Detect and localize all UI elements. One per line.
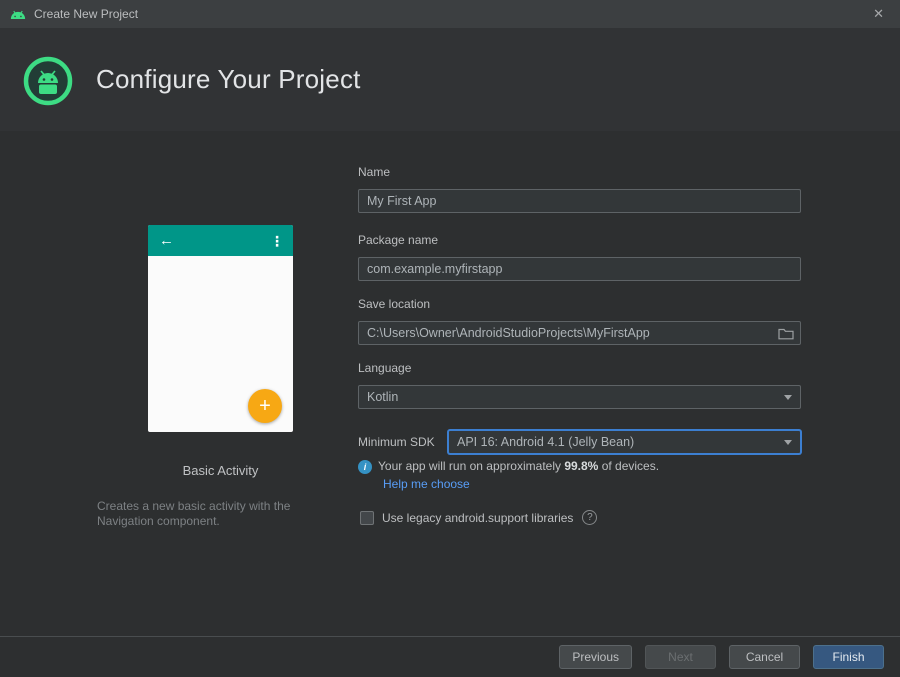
- sdk-info-text: Your app will run on approximately 99.8%…: [378, 459, 659, 473]
- package-name-input[interactable]: [358, 257, 801, 281]
- min-sdk-label: Minimum SDK: [358, 430, 435, 454]
- name-label: Name: [358, 165, 390, 179]
- template-preview: ← ⋮ +: [148, 225, 293, 432]
- android-icon: [10, 9, 26, 20]
- folder-browse-icon[interactable]: [778, 325, 794, 341]
- finish-button[interactable]: Finish: [813, 645, 884, 669]
- wizard-header: Configure Your Project: [0, 28, 900, 131]
- create-new-project-dialog: Create New Project ✕ Configure Your Proj…: [0, 0, 900, 677]
- chevron-down-icon: [784, 440, 792, 445]
- language-select[interactable]: Kotlin: [358, 385, 801, 409]
- close-icon[interactable]: ✕: [867, 4, 890, 24]
- next-button[interactable]: Next: [645, 645, 716, 669]
- name-field-wrap: [358, 189, 801, 213]
- template-name: Basic Activity: [148, 463, 293, 478]
- package-name-label: Package name: [358, 233, 438, 247]
- language-value: Kotlin: [367, 390, 778, 404]
- android-studio-logo-icon: [22, 52, 74, 108]
- back-arrow-icon: ←: [159, 233, 174, 248]
- legacy-support-checkbox[interactable]: [360, 511, 374, 525]
- min-sdk-select[interactable]: API 16: Android 4.1 (Jelly Bean): [448, 430, 801, 454]
- help-me-choose-link[interactable]: Help me choose: [383, 477, 470, 491]
- info-icon: i: [358, 460, 372, 474]
- titlebar: Create New Project ✕: [0, 0, 900, 28]
- name-input[interactable]: [358, 189, 801, 213]
- previous-button[interactable]: Previous: [559, 645, 632, 669]
- sdk-info-row: i Your app will run on approximately 99.…: [358, 459, 659, 474]
- legacy-support-label: Use legacy android.support libraries: [382, 511, 573, 525]
- page-title: Configure Your Project: [96, 64, 361, 95]
- legacy-support-row: Use legacy android.support libraries ?: [360, 510, 597, 525]
- wizard-footer: Previous Next Cancel Finish: [0, 636, 900, 677]
- window-title: Create New Project: [34, 7, 138, 21]
- package-field-wrap: [358, 257, 801, 281]
- template-description: Creates a new basic activity with the Na…: [97, 499, 349, 529]
- sdk-info-percentage: 99.8%: [564, 459, 598, 473]
- help-circle-icon[interactable]: ?: [582, 510, 597, 525]
- preview-appbar: ← ⋮: [148, 225, 293, 256]
- save-location-field-wrap: [358, 321, 801, 345]
- sdk-info-suffix: of devices.: [598, 459, 659, 473]
- save-location-label: Save location: [358, 297, 430, 311]
- chevron-down-icon: [784, 395, 792, 400]
- overflow-menu-icon: ⋮: [270, 234, 284, 248]
- sdk-info-prefix: Your app will run on approximately: [378, 459, 564, 473]
- min-sdk-value: API 16: Android 4.1 (Jelly Bean): [457, 435, 778, 449]
- fab-plus-icon: +: [248, 389, 282, 423]
- language-label: Language: [358, 361, 411, 375]
- save-location-input[interactable]: [358, 321, 801, 345]
- cancel-button[interactable]: Cancel: [729, 645, 800, 669]
- wizard-content: ← ⋮ + Basic Activity Creates a new basic…: [0, 131, 900, 636]
